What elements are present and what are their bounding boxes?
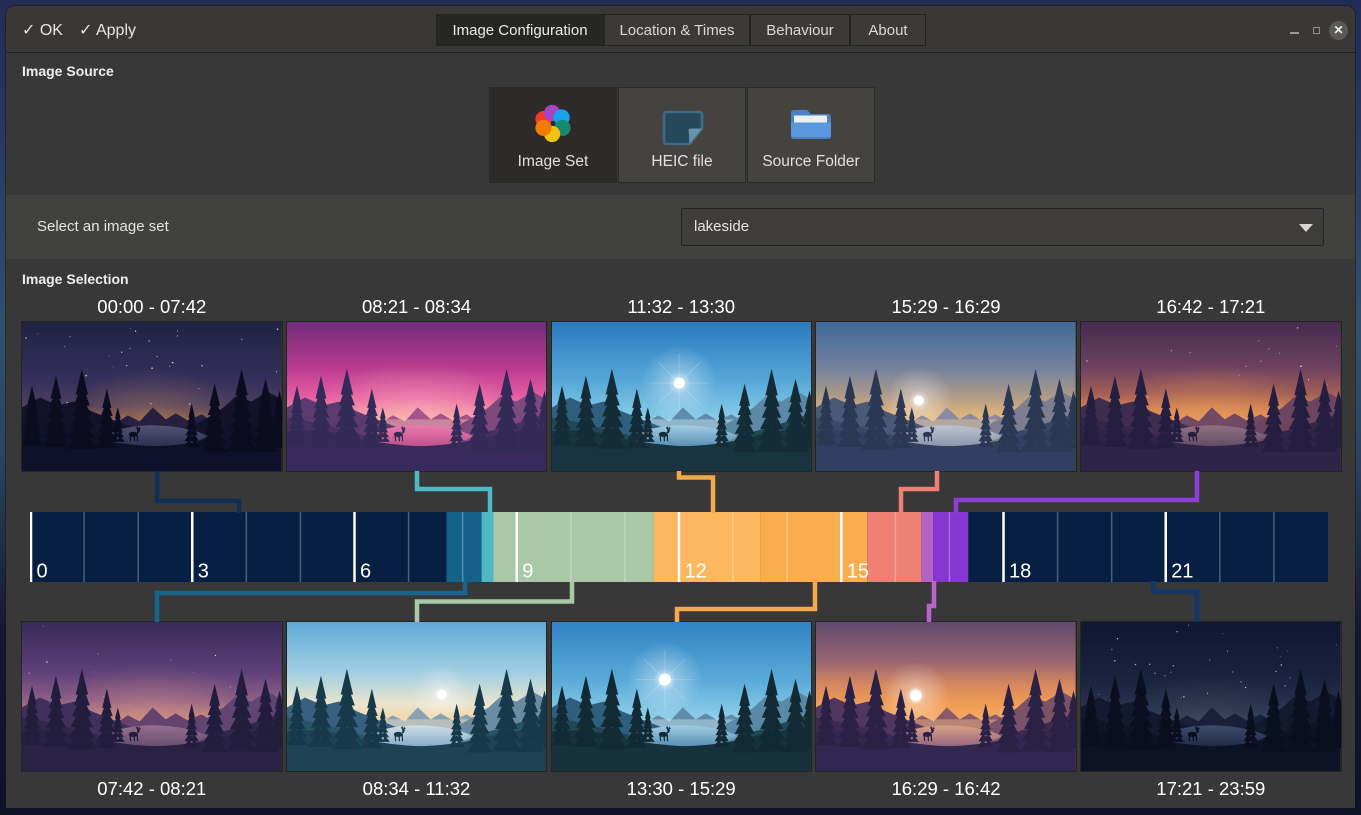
svg-text:0: 0 (36, 561, 47, 583)
svg-text:18: 18 (1009, 561, 1031, 583)
svg-text:9: 9 (522, 561, 533, 583)
svg-text:12: 12 (684, 561, 706, 583)
svg-text:6: 6 (360, 561, 371, 583)
svg-text:15: 15 (846, 561, 868, 583)
svg-text:21: 21 (1171, 561, 1193, 583)
svg-text:3: 3 (197, 561, 208, 583)
